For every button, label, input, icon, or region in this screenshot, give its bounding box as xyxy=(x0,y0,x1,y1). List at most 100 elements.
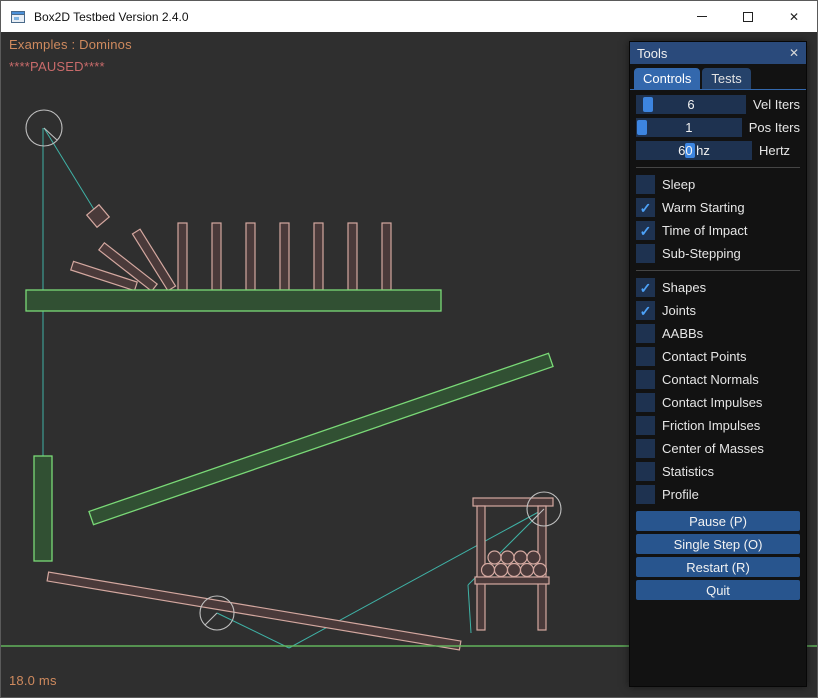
checkbox-box[interactable]: ✓ xyxy=(636,462,655,481)
close-icon: ✕ xyxy=(789,11,799,23)
panel-close-icon[interactable]: ✕ xyxy=(789,46,799,60)
pos-iters-slider[interactable]: 1 Pos Iters xyxy=(636,118,800,137)
restart-button[interactable]: Restart (R) xyxy=(636,557,800,577)
checkbox-contact-points[interactable]: ✓ Contact Points xyxy=(636,347,800,366)
joint-line xyxy=(468,585,471,633)
standing-dominoes xyxy=(178,223,391,290)
box-top-bar xyxy=(473,498,553,506)
maximize-button[interactable] xyxy=(725,1,771,32)
separator xyxy=(636,167,800,168)
hertz-slider[interactable]: 60 hz Hertz xyxy=(636,141,800,160)
check-icon: ✓ xyxy=(640,304,652,318)
ball xyxy=(501,551,514,564)
checkbox-box[interactable]: ✓ xyxy=(636,301,655,320)
checkbox-label: Time of Impact xyxy=(662,223,747,238)
minimize-button[interactable] xyxy=(679,1,725,32)
checkbox-label: Profile xyxy=(662,487,699,502)
slider-track[interactable]: 1 xyxy=(636,118,742,137)
close-button[interactable]: ✕ xyxy=(771,1,817,32)
bottom-plank xyxy=(47,572,461,650)
checkbox-box[interactable]: ✓ xyxy=(636,485,655,504)
slider-value: 1 xyxy=(636,118,742,137)
checkbox-shapes[interactable]: ✓ Shapes xyxy=(636,278,800,297)
balls xyxy=(482,551,547,577)
panel-title: Tools xyxy=(637,46,789,61)
slider-label: Hertz xyxy=(759,143,790,158)
ball xyxy=(488,551,501,564)
example-label: Examples : Dominos xyxy=(9,37,132,52)
checkbox-box[interactable]: ✓ xyxy=(636,278,655,297)
ball xyxy=(514,551,527,564)
window-controls: ✕ xyxy=(679,1,817,32)
vel-iters-slider[interactable]: 6 Vel Iters xyxy=(636,95,800,114)
check-icon: ✓ xyxy=(640,281,652,295)
checkbox-label: Joints xyxy=(662,303,696,318)
checkbox-label: AABBs xyxy=(662,326,703,341)
ball xyxy=(527,551,540,564)
separator xyxy=(636,270,800,271)
checkbox-box[interactable]: ✓ xyxy=(636,393,655,412)
checkbox-box[interactable]: ✓ xyxy=(636,324,655,343)
domino xyxy=(178,223,187,290)
slider-value: 6 xyxy=(636,95,746,114)
frame-time-label: 18.0 ms xyxy=(9,673,57,688)
joint-line xyxy=(44,128,98,216)
domino xyxy=(246,223,255,290)
checkbox-label: Contact Points xyxy=(662,349,747,364)
checkbox-sub-stepping[interactable]: ✓ Sub-Stepping xyxy=(636,244,800,263)
checkbox-box[interactable]: ✓ xyxy=(636,416,655,435)
ball xyxy=(534,564,547,577)
checkbox-statistics[interactable]: ✓ Statistics xyxy=(636,462,800,481)
tab-tests[interactable]: Tests xyxy=(702,68,750,89)
physics-canvas[interactable]: Examples : Dominos ****PAUSED**** 18.0 m… xyxy=(1,32,818,698)
quit-button[interactable]: Quit xyxy=(636,580,800,600)
slider-value: 60 hz xyxy=(636,141,752,160)
platform xyxy=(26,290,441,311)
checkbox-box[interactable]: ✓ xyxy=(636,221,655,240)
app-window: Box2D Testbed Version 2.4.0 ✕ xyxy=(0,0,818,698)
pause-button[interactable]: Pause (P) xyxy=(636,511,800,531)
paused-label: ****PAUSED**** xyxy=(9,59,105,74)
minimize-icon xyxy=(697,16,707,17)
window-titlebar[interactable]: Box2D Testbed Version 2.4.0 ✕ xyxy=(1,1,817,32)
slider-track[interactable]: 6 xyxy=(636,95,746,114)
panel-content: 6 Vel Iters 1 Pos Iters 60 hz xyxy=(630,90,806,603)
checkbox-box[interactable]: ✓ xyxy=(636,244,655,263)
checkbox-aabbs[interactable]: ✓ AABBs xyxy=(636,324,800,343)
tab-bar: Controls Tests xyxy=(630,64,806,90)
checkbox-box[interactable]: ✓ xyxy=(636,370,655,389)
checkbox-joints[interactable]: ✓ Joints xyxy=(636,301,800,320)
checkbox-contact-impulses[interactable]: ✓ Contact Impulses xyxy=(636,393,800,412)
tab-controls[interactable]: Controls xyxy=(634,68,700,89)
slider-track[interactable]: 60 hz xyxy=(636,141,752,160)
button-group: Pause (P) Single Step (O) Restart (R) Qu… xyxy=(636,511,800,603)
single-step-button[interactable]: Single Step (O) xyxy=(636,534,800,554)
box-shelf xyxy=(475,577,549,584)
domino xyxy=(382,223,391,290)
checkbox-friction-impulses[interactable]: ✓ Friction Impulses xyxy=(636,416,800,435)
checkbox-box[interactable]: ✓ xyxy=(636,347,655,366)
checkbox-label: Sub-Stepping xyxy=(662,246,741,261)
checkbox-box[interactable]: ✓ xyxy=(636,175,655,194)
checkbox-profile[interactable]: ✓ Profile xyxy=(636,485,800,504)
tools-panel-titlebar[interactable]: Tools ✕ xyxy=(630,42,806,64)
pendulum-box xyxy=(87,205,110,228)
checkbox-time-of-impact[interactable]: ✓ Time of Impact xyxy=(636,221,800,240)
domino xyxy=(280,223,289,290)
tools-panel: Tools ✕ Controls Tests 6 Vel Iters xyxy=(629,41,807,687)
slider-label: Pos Iters xyxy=(749,120,800,135)
green-column xyxy=(34,456,52,561)
pendulum-circle xyxy=(26,110,62,146)
checkbox-warm-starting[interactable]: ✓ Warm Starting xyxy=(636,198,800,217)
checkbox-label: Contact Normals xyxy=(662,372,759,387)
checkbox-box[interactable]: ✓ xyxy=(636,439,655,458)
checkbox-label: Friction Impulses xyxy=(662,418,760,433)
checkbox-label: Contact Impulses xyxy=(662,395,762,410)
checkbox-label: Shapes xyxy=(662,280,706,295)
checkbox-center-of-masses[interactable]: ✓ Center of Masses xyxy=(636,439,800,458)
ball xyxy=(495,564,508,577)
checkbox-sleep[interactable]: ✓ Sleep xyxy=(636,175,800,194)
checkbox-contact-normals[interactable]: ✓ Contact Normals xyxy=(636,370,800,389)
ball xyxy=(521,564,534,577)
checkbox-box[interactable]: ✓ xyxy=(636,198,655,217)
